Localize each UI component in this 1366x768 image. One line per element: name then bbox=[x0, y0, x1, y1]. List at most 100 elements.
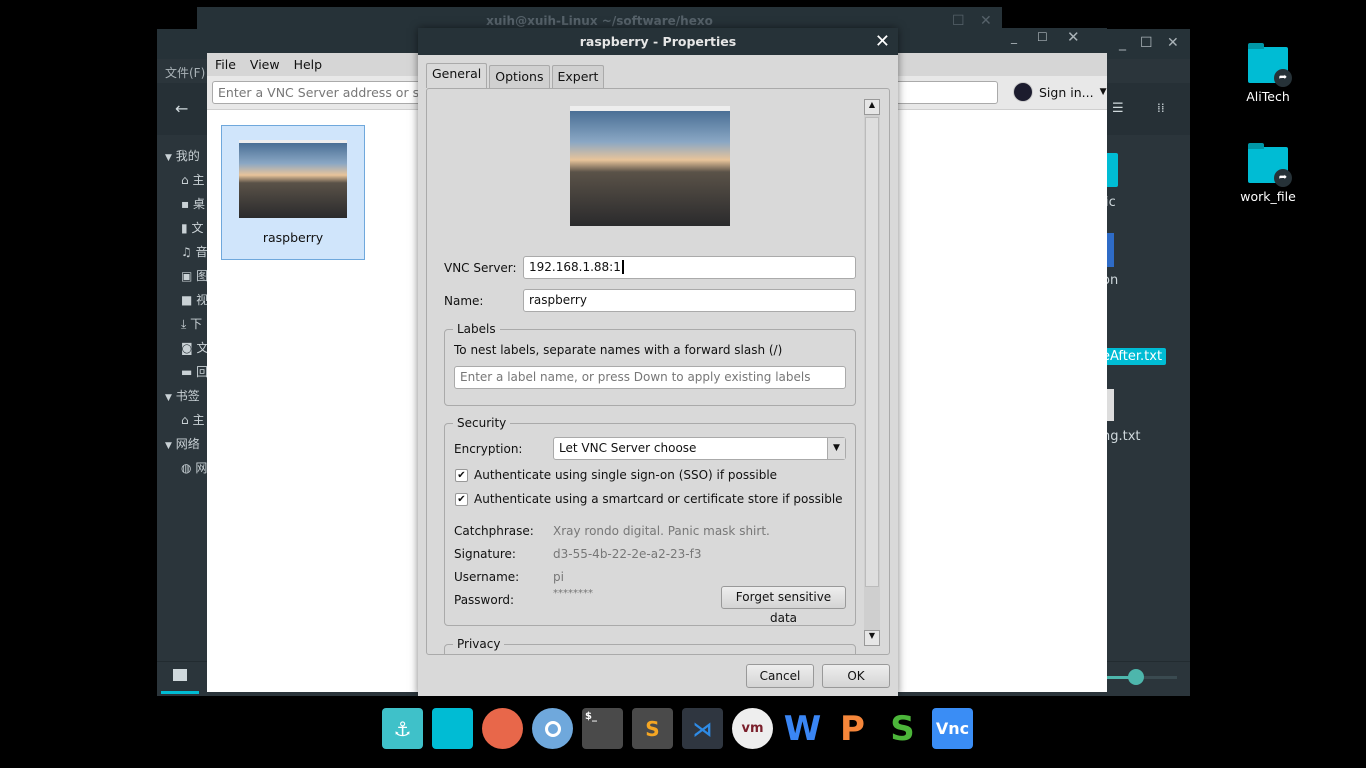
sign-in-label: Sign in... bbox=[1039, 84, 1094, 100]
general-panel: VNC Server: 192.168.1.88:1 Name: raspber… bbox=[426, 88, 890, 655]
close-icon[interactable]: ✕ bbox=[875, 28, 890, 55]
scroll-up-icon[interactable]: ▲ bbox=[864, 99, 880, 115]
sso-checkbox[interactable]: ✔ bbox=[455, 469, 468, 482]
folder-shortcut-icon: ➦ bbox=[1248, 143, 1292, 187]
globe-icon: ◍ bbox=[181, 461, 192, 475]
forget-sensitive-data-button[interactable]: Forget sensitive data bbox=[721, 586, 846, 625]
back-arrow-icon[interactable]: ← bbox=[175, 99, 188, 118]
signature-value: d3-55-4b-22-2e-a2-23-f3 bbox=[553, 547, 702, 561]
maximize-icon[interactable]: ☐ bbox=[1037, 30, 1048, 44]
menu-view[interactable]: View bbox=[250, 57, 280, 72]
wps-spreadsheet-icon[interactable]: S bbox=[882, 708, 923, 749]
sign-in-button[interactable]: Sign in... ▼ bbox=[1013, 82, 1106, 102]
privacy-legend: Privacy bbox=[453, 637, 505, 651]
name-label: Name: bbox=[444, 294, 484, 308]
minimize-icon[interactable]: _ bbox=[1119, 35, 1126, 51]
dialog-title: raspberry - Properties bbox=[579, 34, 737, 49]
signature-label: Signature: bbox=[454, 547, 516, 561]
menu-help[interactable]: Help bbox=[294, 57, 323, 72]
tab-expert[interactable]: Expert bbox=[551, 65, 605, 88]
zoom-slider-knob[interactable] bbox=[1127, 669, 1144, 685]
desktop-icon-alitech[interactable]: ➦ AliTech bbox=[1228, 43, 1308, 104]
name-input[interactable]: raspberry bbox=[523, 289, 856, 312]
labels-hint: To nest labels, separate names with a fo… bbox=[454, 343, 783, 357]
encryption-label: Encryption: bbox=[454, 442, 523, 456]
trash-icon: ▬ bbox=[181, 365, 193, 379]
desktop-icon-label: work_file bbox=[1240, 189, 1296, 204]
document-icon: ▮ bbox=[181, 221, 188, 235]
desktop-preview-image bbox=[570, 106, 730, 226]
properties-dialog: raspberry - Properties ✕ General Options… bbox=[418, 28, 898, 696]
connection-card[interactable]: raspberry bbox=[221, 125, 365, 260]
username-label: Username: bbox=[454, 570, 520, 584]
maximize-icon[interactable]: ☐ bbox=[1140, 35, 1153, 51]
avatar-icon bbox=[1013, 82, 1033, 102]
smartcard-label[interactable]: Authenticate using a smartcard or certif… bbox=[474, 492, 843, 506]
wps-presentation-icon[interactable]: P bbox=[832, 708, 873, 749]
terminal-title: xuih@xuih-Linux ~/software/hexo bbox=[486, 14, 713, 28]
chromium-icon[interactable] bbox=[532, 708, 573, 749]
terminal-icon[interactable]: $_ bbox=[582, 708, 623, 749]
zoom-slider[interactable] bbox=[1102, 669, 1177, 685]
dialog-titlebar[interactable]: raspberry - Properties ✕ bbox=[418, 28, 898, 55]
sublime-icon[interactable]: S bbox=[632, 708, 673, 749]
catchphrase-value: Xray rondo digital. Panic mask shirt. bbox=[553, 524, 770, 538]
close-icon[interactable]: ✕ bbox=[1167, 35, 1179, 51]
desktop-icon: ▪ bbox=[181, 197, 190, 211]
cancel-button[interactable]: Cancel bbox=[746, 664, 814, 688]
password-label: Password: bbox=[454, 593, 515, 607]
labels-legend: Labels bbox=[453, 322, 500, 336]
labels-group: Labels To nest labels, separate names wi… bbox=[444, 322, 856, 406]
vscode-icon[interactable]: ⋊ bbox=[682, 708, 723, 749]
security-group: Security Encryption: Let VNC Server choo… bbox=[444, 416, 856, 626]
home-icon: ⌂ bbox=[181, 173, 189, 187]
vmware-icon[interactable]: vm bbox=[732, 708, 773, 749]
file-menu[interactable]: 文件(F) bbox=[165, 64, 205, 81]
tab-general[interactable]: General bbox=[426, 63, 488, 88]
encryption-select[interactable]: Let VNC Server choose ▼ bbox=[553, 437, 846, 460]
folder-tab-icon[interactable] bbox=[173, 669, 187, 681]
chevron-down-icon: ▼ bbox=[1099, 87, 1107, 97]
grid-view-icon[interactable]: ⁞⁞ bbox=[1157, 101, 1165, 115]
file-label-selected[interactable]: eAfter.txt bbox=[1102, 348, 1167, 365]
security-legend: Security bbox=[453, 416, 511, 430]
vnc-server-input[interactable]: 192.168.1.88:1 bbox=[523, 256, 856, 279]
connection-thumbnail bbox=[239, 140, 347, 218]
catchphrase-label: Catchphrase: bbox=[454, 524, 534, 538]
picture-icon: ▣ bbox=[181, 269, 193, 283]
smartcard-checkbox[interactable]: ✔ bbox=[455, 493, 468, 506]
minimize-icon[interactable]: _ bbox=[1011, 30, 1017, 44]
password-value: ******** bbox=[553, 588, 593, 599]
label-input[interactable]: Enter a label name, or press Down to app… bbox=[454, 366, 846, 389]
close-icon[interactable]: ✕ bbox=[1067, 28, 1080, 46]
connection-name: raspberry bbox=[262, 230, 324, 245]
scroll-down-icon[interactable]: ▼ bbox=[864, 630, 880, 646]
anchor-icon[interactable]: ⚓ bbox=[382, 708, 423, 749]
firefox-icon[interactable] bbox=[482, 708, 523, 749]
scrollbar-thumb[interactable] bbox=[865, 117, 879, 587]
file-label[interactable]: ng.txt bbox=[1102, 429, 1141, 444]
vnc-server-label: VNC Server: bbox=[444, 261, 517, 275]
username-value: pi bbox=[553, 570, 564, 584]
music-icon: ♫ bbox=[181, 245, 192, 259]
chevron-down-icon: ▼ bbox=[827, 438, 845, 459]
dock: ⚓ $_ S ⋊ vm W P S Vnc bbox=[382, 708, 973, 749]
folder-shortcut-icon: ➦ bbox=[1248, 43, 1292, 87]
desktop-icon-work-file[interactable]: ➦ work_file bbox=[1228, 143, 1308, 204]
menu-file[interactable]: File bbox=[215, 57, 236, 72]
files-icon[interactable] bbox=[432, 708, 473, 749]
home-icon: ⌂ bbox=[181, 413, 189, 427]
vnc-viewer-icon[interactable]: Vnc bbox=[932, 708, 973, 749]
sso-label[interactable]: Authenticate using single sign-on (SSO) … bbox=[474, 468, 777, 482]
tab-options[interactable]: Options bbox=[489, 65, 550, 88]
active-tab-indicator bbox=[161, 691, 199, 694]
wps-writer-icon[interactable]: W bbox=[782, 708, 823, 749]
tab-bar: General Options Expert bbox=[426, 63, 605, 88]
video-icon: ■ bbox=[181, 293, 193, 307]
download-icon: ⤓ bbox=[181, 317, 187, 331]
vertical-scrollbar[interactable]: ▲ ▼ bbox=[864, 99, 880, 646]
ok-button[interactable]: OK bbox=[822, 664, 890, 688]
privacy-group: Privacy bbox=[444, 637, 856, 654]
desktop-icon-label: AliTech bbox=[1246, 89, 1290, 104]
list-view-icon[interactable]: ☰ bbox=[1112, 101, 1124, 116]
